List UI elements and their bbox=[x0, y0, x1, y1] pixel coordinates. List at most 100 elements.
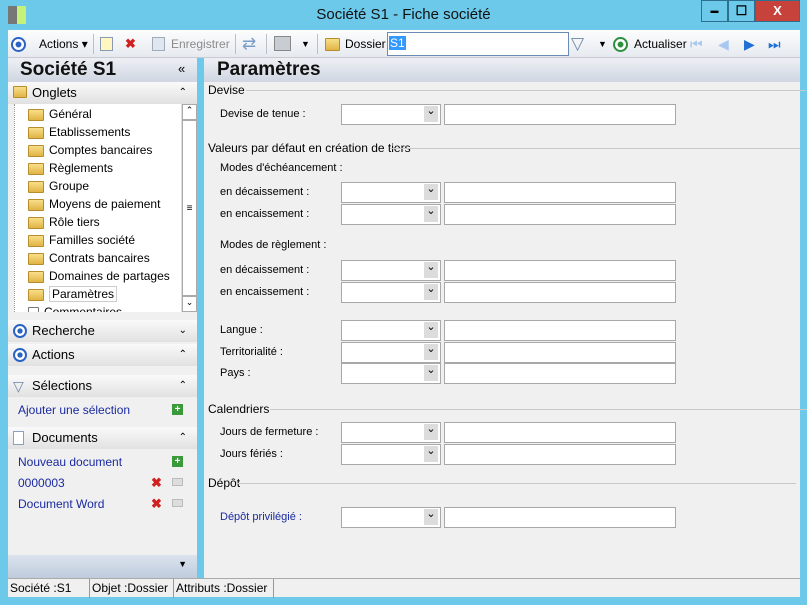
jours-fermeture-field[interactable] bbox=[444, 422, 676, 443]
echeance-decaissement-field[interactable] bbox=[444, 182, 676, 203]
next-record-icon[interactable]: ▶ bbox=[744, 30, 755, 58]
pays-combo[interactable] bbox=[341, 363, 441, 384]
folder-icon bbox=[28, 144, 44, 157]
document-link[interactable]: Document Word bbox=[18, 497, 104, 511]
reglement-encaissement-field[interactable] bbox=[444, 282, 676, 303]
previous-record-icon[interactable]: ◀ bbox=[718, 30, 729, 58]
tree-item[interactable]: Groupe bbox=[28, 177, 89, 195]
tree-item-label: Groupe bbox=[49, 179, 90, 193]
tree-item[interactable]: Comptes bancaires bbox=[28, 141, 152, 159]
tree-item[interactable]: Contrats bancaires bbox=[28, 249, 150, 267]
jours-fermeture-combo[interactable] bbox=[341, 422, 441, 443]
tree-item[interactable]: Règlements bbox=[28, 159, 113, 177]
section-documents[interactable]: Documents ⌃ bbox=[8, 427, 197, 449]
document-link[interactable]: 0000003 bbox=[18, 476, 65, 490]
collapse-button[interactable]: « bbox=[178, 61, 185, 76]
add-icon[interactable]: + bbox=[172, 404, 183, 415]
devise-tenue-field[interactable] bbox=[444, 104, 676, 125]
onglets-label: Onglets bbox=[32, 85, 77, 100]
echeance-encaissement-field[interactable] bbox=[444, 204, 676, 225]
tree-item[interactable]: Moyens de paiement bbox=[28, 195, 160, 213]
tree-item-label: Commentaires bbox=[44, 305, 123, 312]
jours-feries-combo[interactable] bbox=[341, 444, 441, 465]
print-icon[interactable] bbox=[172, 499, 183, 507]
actions-label: Actions bbox=[39, 37, 79, 51]
tree-item[interactable]: Commentaires bbox=[28, 303, 122, 312]
reglement-decaissement-label: en décaissement : bbox=[220, 264, 310, 276]
reglement-decaissement-field[interactable] bbox=[444, 260, 676, 281]
jours-feries-field[interactable] bbox=[444, 444, 676, 465]
recherche-label: Recherche bbox=[32, 323, 95, 338]
tree-scrollbar[interactable]: ⌃ ≡ ⌄ bbox=[181, 104, 197, 312]
collapse-icon: ⌃ bbox=[178, 349, 187, 360]
delete-icon[interactable]: ✖ bbox=[151, 496, 162, 512]
selections-label: Sélections bbox=[32, 378, 92, 393]
add-selection-link[interactable]: Ajouter une sélection bbox=[18, 403, 130, 417]
pays-field[interactable] bbox=[444, 363, 676, 384]
tree-item[interactable]: Paramètres bbox=[28, 285, 118, 303]
tree-item[interactable]: Familles société bbox=[28, 231, 135, 249]
tree-item[interactable]: Etablissements bbox=[28, 123, 130, 141]
refresh-button[interactable]: Actualiser bbox=[634, 30, 687, 58]
reglement-encaissement-label: en encaissement : bbox=[220, 286, 310, 298]
print-icon[interactable] bbox=[274, 36, 291, 51]
tree-item[interactable]: Rôle tiers bbox=[28, 213, 100, 231]
folder-icon bbox=[28, 108, 44, 121]
minimize-button[interactable]: ▬ bbox=[701, 0, 728, 22]
delete-icon[interactable]: ✖ bbox=[125, 36, 136, 52]
echeance-encaissement-combo[interactable] bbox=[341, 204, 441, 225]
folder-icon bbox=[28, 288, 44, 301]
section-actions[interactable]: Actions ⌃ bbox=[8, 344, 197, 366]
separator bbox=[235, 34, 236, 54]
new-document-link[interactable]: Nouveau document bbox=[18, 455, 122, 469]
section-recherche[interactable]: Recherche ⌄ bbox=[8, 320, 197, 342]
search-value: S1 bbox=[389, 36, 406, 50]
langue-field[interactable] bbox=[444, 320, 676, 341]
print-dropdown[interactable]: ▼ bbox=[301, 30, 310, 58]
panel-footer[interactable]: ▼ bbox=[8, 555, 197, 578]
first-record-icon[interactable]: ⏮ bbox=[690, 30, 703, 58]
tree-item[interactable]: Général bbox=[28, 105, 92, 123]
filter-icon[interactable]: ▽ bbox=[571, 30, 584, 58]
scroll-thumb[interactable]: ≡ bbox=[182, 120, 197, 296]
echeance-decaissement-combo[interactable] bbox=[341, 182, 441, 203]
group-divider bbox=[270, 409, 807, 410]
add-icon[interactable]: + bbox=[172, 456, 183, 467]
folder-icon bbox=[28, 216, 44, 229]
section-onglets[interactable]: Onglets ⌃ bbox=[8, 82, 197, 104]
filter-dropdown[interactable]: ▼ bbox=[598, 30, 607, 58]
reglement-encaissement-combo[interactable] bbox=[341, 282, 441, 303]
last-record-icon[interactable]: ⏭ bbox=[768, 30, 781, 58]
close-button[interactable]: X bbox=[755, 0, 800, 22]
tree-item-label: Paramètres bbox=[49, 286, 118, 302]
langue-combo[interactable] bbox=[341, 320, 441, 341]
group-devise: Devise bbox=[208, 83, 245, 97]
save-icon[interactable] bbox=[152, 37, 165, 51]
territorialite-field[interactable] bbox=[444, 342, 676, 363]
territorialite-combo[interactable] bbox=[341, 342, 441, 363]
new-icon[interactable] bbox=[100, 37, 113, 51]
tree-item[interactable]: Domaines de partages bbox=[28, 267, 170, 285]
depot-privilegie-label: Dépôt privilégié : bbox=[220, 511, 302, 523]
collapse-icon: ⌃ bbox=[178, 432, 187, 443]
modes-echeancement-label: Modes d'échéancement : bbox=[220, 162, 343, 174]
search-input[interactable]: S1 bbox=[387, 32, 569, 56]
tree-item-label: Rôle tiers bbox=[49, 215, 100, 229]
tree-item-label: Familles société bbox=[49, 233, 136, 247]
print-icon[interactable] bbox=[172, 478, 183, 486]
maximize-button[interactable]: ☐ bbox=[728, 0, 755, 22]
chevron-down-icon: ▼ bbox=[178, 559, 187, 569]
devise-tenue-combo[interactable] bbox=[341, 104, 441, 125]
left-title: Société S1 bbox=[20, 59, 117, 80]
status-societe: Société :S1 bbox=[8, 579, 90, 598]
delete-icon[interactable]: ✖ bbox=[151, 475, 162, 491]
depot-privilegie-field[interactable] bbox=[444, 507, 676, 528]
actions-section-icon bbox=[13, 348, 27, 362]
reglement-decaissement-combo[interactable] bbox=[341, 260, 441, 281]
depot-privilegie-combo[interactable] bbox=[341, 507, 441, 528]
save-button[interactable]: Enregistrer bbox=[171, 30, 230, 58]
actions-menu-button[interactable]: Actions ▾ bbox=[39, 30, 88, 58]
refresh-icon[interactable] bbox=[613, 37, 628, 52]
section-selections[interactable]: ▽ Sélections ⌃ bbox=[8, 375, 197, 397]
sync-icon[interactable]: ⇄ bbox=[242, 34, 256, 54]
